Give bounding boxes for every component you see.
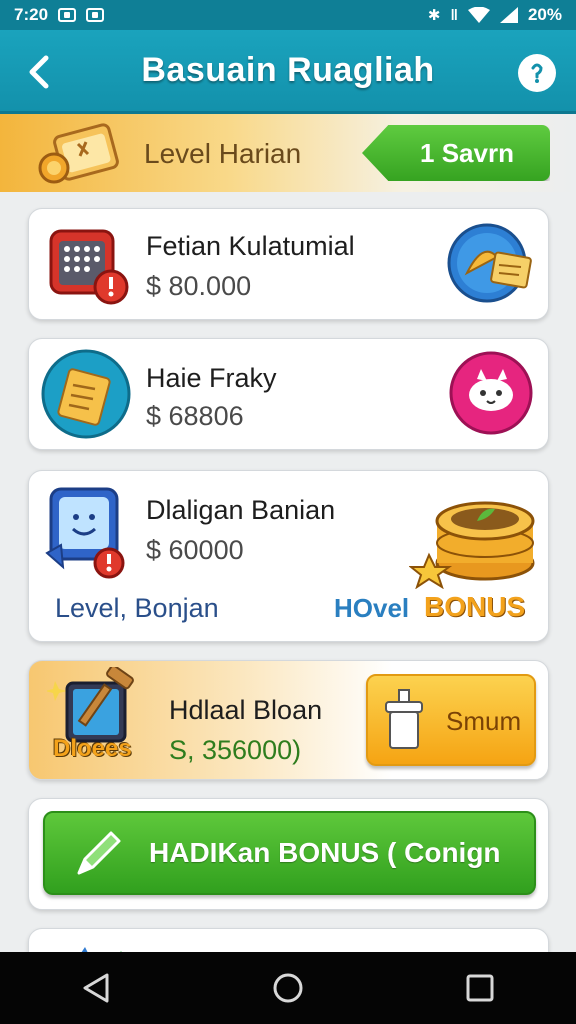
sign-button[interactable]: Smum <box>366 674 536 766</box>
reward-amount: $ 60000 <box>146 535 244 565</box>
notification-icon-2 <box>86 8 105 22</box>
chevron-left-icon <box>29 55 49 89</box>
reward-title: Hdlaal Bloan <box>169 695 323 725</box>
triangle-back-icon <box>83 973 109 1003</box>
reward-card-1[interactable]: Fetian Kulatumial $ 80.000 <box>28 208 549 320</box>
app-bar: Basuain Ruagliah <box>0 30 576 114</box>
tablet-character-icon <box>45 487 125 579</box>
bonus-label: BONUS <box>424 591 526 622</box>
nav-back-button[interactable] <box>66 958 126 1018</box>
signal-icon <box>499 7 518 23</box>
status-bar: 7:20 ✱ ‖ 20% <box>0 0 576 30</box>
status-time: 7:20 <box>14 5 49 24</box>
hovel-label: HOvel <box>334 593 410 623</box>
help-button[interactable] <box>518 54 556 92</box>
gift-badge-icon <box>447 223 532 303</box>
level-label: Level Harian <box>144 138 302 169</box>
save-tag-button[interactable]: 1 Savrn <box>362 125 550 181</box>
notification-icon <box>58 8 77 22</box>
calendar-icon <box>49 229 129 305</box>
reward-amount: $ 68806 <box>146 401 244 431</box>
reward-title: Dlaligan Banian <box>146 495 336 525</box>
wifi-icon <box>467 7 490 23</box>
coin-stack-icon <box>409 501 535 589</box>
document-badge-icon <box>41 349 131 439</box>
book-coin-icon <box>38 123 119 184</box>
status-left: 7:20 <box>14 5 105 25</box>
reward-amount: S, 356000) <box>169 735 302 765</box>
pencil-icon <box>77 831 121 875</box>
vibrate-icon: ‖ <box>450 6 458 24</box>
reward-card-2[interactable]: Haie Fraky $ 68806 <box>28 338 549 450</box>
system-nav-bar <box>0 952 576 1024</box>
back-button[interactable] <box>18 50 58 94</box>
reward-title: Haie Fraky <box>146 363 277 393</box>
bottle-icon <box>385 689 423 749</box>
square-recents-icon <box>466 974 494 1002</box>
bluetooth-icon: ✱ <box>427 7 441 24</box>
claim-bonus-label: HADIKan BONUS ( Conign <box>149 837 501 868</box>
reward-amount: $ 80.000 <box>146 271 252 301</box>
status-right: ✱ ‖ 20% <box>428 5 562 25</box>
level-bonus-label: Level, Bonjan <box>55 593 219 623</box>
dloees-badge: Dloees <box>53 735 132 762</box>
reward-title: Fetian Kulatumial <box>146 231 355 261</box>
nav-recents-button[interactable] <box>450 958 510 1018</box>
battery-level: 20% <box>527 5 562 24</box>
circle-home-icon <box>273 973 303 1003</box>
reward-card-4[interactable]: Dloees Hdlaal Bloan S, 356000) Smum <box>28 660 549 780</box>
page-title: Basuain Ruagliah <box>141 51 435 89</box>
level-banner: Level Harian 1 Savrn <box>0 114 576 192</box>
nav-home-button[interactable] <box>258 958 318 1018</box>
bonus-card: HADIKan BONUS ( Conign <box>28 798 549 910</box>
sign-button-label: Smum <box>446 706 522 736</box>
reward-card-3[interactable]: Dlaligan Banian $ 60000 Level, Bonjan HO… <box>28 470 549 642</box>
help-icon <box>531 63 543 83</box>
claim-bonus-button[interactable]: HADIKan BONUS ( Conign <box>43 811 536 895</box>
bunny-badge-icon <box>449 351 533 435</box>
